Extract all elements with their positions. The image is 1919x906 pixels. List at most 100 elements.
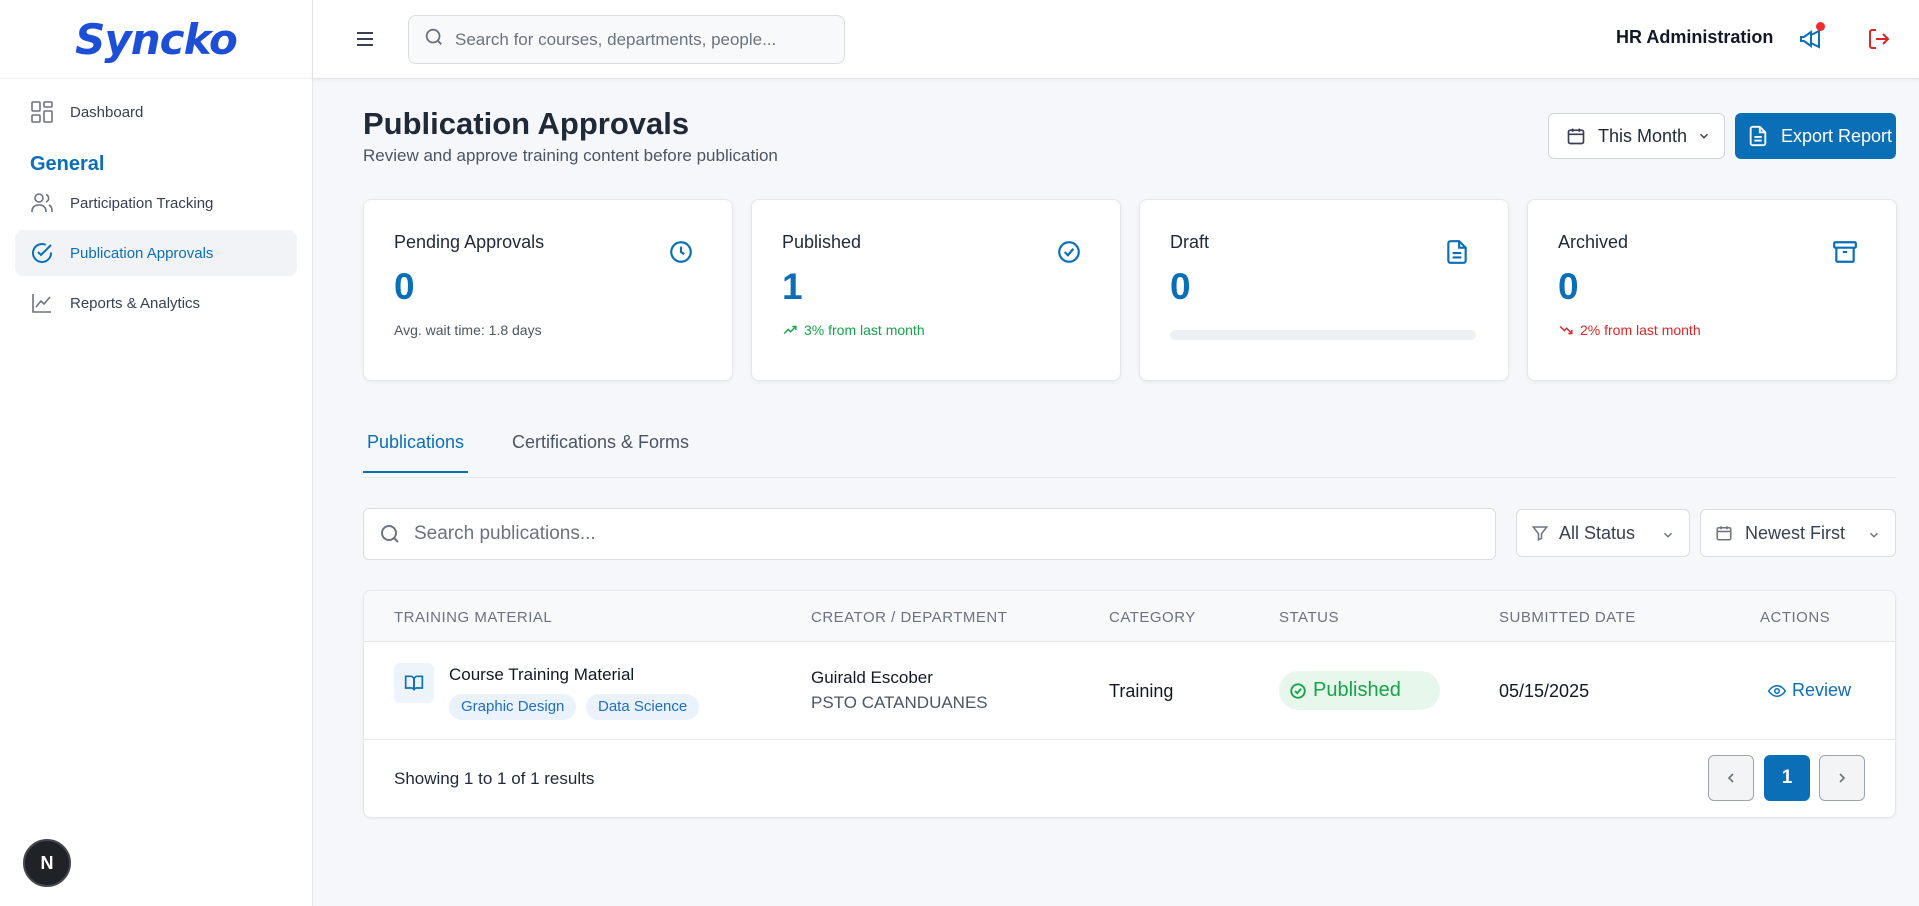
export-label: Export Report — [1781, 125, 1893, 146]
check-circle-icon — [30, 241, 54, 265]
stat-value: 0 — [1170, 266, 1191, 307]
sort-value: Newest First — [1745, 522, 1846, 543]
stat-card-pending: Pending Approvals 0 Avg. wait time: 1.8 … — [363, 199, 733, 381]
stat-title: Published — [782, 232, 862, 252]
dev-tools-badge[interactable]: N — [23, 839, 71, 887]
submitted-date: 05/15/2025 — [1499, 681, 1590, 701]
material-title[interactable]: Course Training Material — [449, 665, 634, 685]
sidebar-item-reports-analytics[interactable]: Reports & Analytics — [15, 280, 297, 326]
logout-icon[interactable] — [1867, 27, 1893, 53]
eye-icon — [1768, 684, 1786, 697]
sidebar-item-label: Dashboard — [70, 103, 144, 121]
publications-table: TRAINING MATERIAL CREATOR / DEPARTMENT C… — [363, 590, 1896, 818]
search-placeholder: Search publications... — [414, 523, 596, 544]
stat-value: 0 — [1558, 266, 1579, 307]
page-button-current[interactable]: 1 — [1764, 755, 1810, 801]
trend-down-icon — [1559, 325, 1573, 335]
column-header: ACTIONS — [1760, 609, 1831, 626]
trend-text: 3% from last month — [804, 322, 925, 338]
stat-footer: 3% from last month — [782, 322, 925, 338]
tab-bar: Publications Certifications & Forms — [363, 420, 1896, 478]
review-label: Review — [1792, 680, 1852, 700]
table-row: Course Training Material Graphic Design … — [364, 642, 1895, 740]
publication-search-input[interactable]: Search publications... — [363, 508, 1496, 560]
tab-certifications-forms[interactable]: Certifications & Forms — [508, 432, 693, 471]
category-value: Training — [1109, 681, 1174, 701]
sidebar-nav: Dashboard General Participation Tracking… — [0, 79, 312, 340]
results-count: Showing 1 to 1 of 1 results — [394, 769, 595, 788]
notification-dot — [1816, 22, 1825, 31]
book-icon — [394, 663, 434, 703]
sidebar-item-label: Participation Tracking — [70, 194, 214, 212]
stat-card-archived: Archived 0 2% from last month — [1527, 199, 1897, 381]
sort-select[interactable]: Newest First — [1700, 509, 1896, 557]
column-header: CATEGORY — [1109, 609, 1196, 626]
sidebar-item-label: Publication Approvals — [70, 244, 214, 262]
document-icon — [1444, 239, 1470, 265]
stat-title: Pending Approvals — [394, 232, 545, 252]
check-circle-icon — [1056, 239, 1082, 265]
department-name: PSTO CATANDUANES — [811, 693, 988, 712]
review-button[interactable]: Review — [1768, 680, 1851, 701]
logo-area: Syncko — [0, 0, 312, 79]
app-logo[interactable]: Syncko — [75, 15, 238, 64]
menu-icon[interactable] — [353, 27, 377, 51]
table-header: TRAINING MATERIAL CREATOR / DEPARTMENT C… — [364, 591, 1895, 642]
stat-card-published: Published 1 3% from last month — [751, 199, 1121, 381]
global-search-input[interactable]: Search for courses, departments, people.… — [408, 15, 845, 64]
chevron-down-icon — [1661, 526, 1675, 547]
search-placeholder: Search for courses, departments, people.… — [455, 29, 777, 49]
stat-value: 0 — [394, 266, 415, 307]
user-role: HR Administration — [1616, 27, 1774, 47]
sidebar-section-general: General — [30, 153, 105, 175]
status-filter-value: All Status — [1559, 522, 1636, 543]
date-range-label: This Month — [1598, 125, 1688, 146]
sidebar-item-publication-approvals[interactable]: Publication Approvals — [15, 230, 297, 276]
stat-title: Archived — [1558, 232, 1629, 252]
column-header: CREATOR / DEPARTMENT — [811, 609, 1008, 626]
calendar-icon — [1566, 126, 1586, 146]
prev-page-button[interactable] — [1708, 755, 1754, 801]
users-icon — [30, 191, 54, 215]
column-header: STATUS — [1279, 609, 1339, 626]
tag-badge: Graphic Design — [449, 694, 577, 720]
tab-publications[interactable]: Publications — [363, 432, 469, 473]
column-header: SUBMITTED DATE — [1499, 609, 1636, 626]
sidebar-item-participation-tracking[interactable]: Participation Tracking — [15, 180, 297, 226]
document-icon — [1747, 125, 1769, 147]
chevron-down-icon — [1697, 129, 1711, 143]
trend-up-icon — [783, 325, 797, 335]
filter-icon — [1531, 524, 1549, 542]
draft-progress-bar — [1170, 330, 1476, 340]
trend-text: 2% from last month — [1580, 322, 1701, 338]
chevron-left-icon — [1727, 773, 1734, 783]
stat-footer: Avg. wait time: 1.8 days — [394, 322, 542, 338]
stat-title: Draft — [1170, 232, 1210, 252]
stat-value: 1 — [782, 266, 803, 307]
chevron-right-icon — [1839, 773, 1846, 783]
sidebar-item-dashboard[interactable]: Dashboard — [15, 89, 297, 135]
check-circle-icon — [1290, 682, 1306, 699]
search-icon — [423, 26, 445, 53]
status-filter-select[interactable]: All Status — [1516, 509, 1690, 557]
page-title: Publication Approvals — [363, 106, 690, 141]
creator-name: Guirald Escober — [811, 668, 933, 687]
calendar-icon — [1715, 524, 1733, 542]
next-page-button[interactable] — [1819, 755, 1865, 801]
stat-card-draft: Draft 0 — [1139, 199, 1509, 381]
chart-line-icon — [30, 291, 54, 315]
chevron-down-icon — [1867, 526, 1881, 547]
date-range-dropdown[interactable]: This Month — [1548, 113, 1725, 159]
tag-badge: Data Science — [586, 694, 700, 720]
export-report-button[interactable]: Export Report — [1735, 113, 1896, 159]
sidebar-item-label: Reports & Analytics — [70, 294, 201, 312]
page-subtitle: Review and approve training content befo… — [363, 146, 778, 165]
stat-footer: 2% from last month — [1558, 322, 1701, 338]
column-header: TRAINING MATERIAL — [394, 609, 553, 626]
search-icon — [378, 522, 402, 546]
status-badge: Published — [1279, 671, 1440, 710]
status-text: Published — [1313, 679, 1401, 701]
archive-icon — [1832, 239, 1858, 265]
grid-icon — [30, 100, 54, 124]
topbar: Search for courses, departments, people.… — [313, 0, 1919, 79]
